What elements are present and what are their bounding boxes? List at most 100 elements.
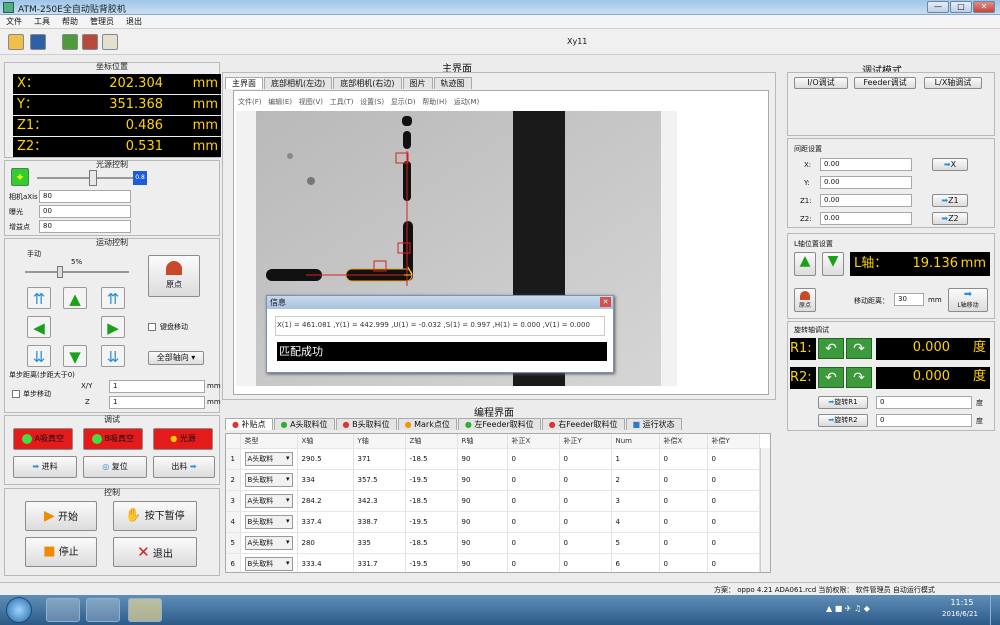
table-row[interactable]: 5A头取料280335-18.59000500 [226,532,760,554]
cam-menu-tools[interactable]: 工具(T) [330,98,354,106]
pause-button[interactable]: ✋ 按下暂停 [113,501,197,531]
l-origin-button[interactable]: 原点 [794,288,816,312]
table-row[interactable]: 1A头取料290.5371-18.59000100 [226,448,760,470]
camera-axis-input[interactable]: 80 [39,190,131,203]
show-desktop-button[interactable] [990,595,1000,625]
tab-bottom-cam-right[interactable]: 底部相机(右边) [333,77,402,89]
b-vacuum-button[interactable]: B吸真空 [83,428,143,450]
type-select[interactable]: A头取料 [244,535,293,550]
type-cell[interactable]: A头取料 [240,490,298,512]
type-cell[interactable]: A头取料 [240,448,298,470]
table-scrollbar[interactable] [760,448,770,572]
tab-trajectory[interactable]: 轨迹图 [433,77,472,89]
single-step-checkbox[interactable] [12,390,20,398]
feeder-debug-button[interactable]: Feeder调试 [854,77,916,89]
cam-menu-help[interactable]: 帮助(H) [422,98,447,106]
type-select[interactable]: B头取料 [244,472,293,487]
tab-left-feeder[interactable]: ● 左Feeder取料位 [457,418,541,430]
down-right-double-arrow-icon[interactable]: ⇊ [101,345,125,367]
open-folder-icon[interactable] [8,34,24,50]
home-button[interactable]: 原点 [148,255,200,297]
minimize-button[interactable]: — [927,1,949,13]
spacing-z2-button[interactable]: ➡Z2 [932,212,968,225]
all-axes-select[interactable]: 全部轴向 ▾ [148,351,204,365]
rotate-r1-input[interactable]: 0 [876,396,972,409]
spacing-x-input[interactable]: 0.00 [820,158,912,171]
type-select[interactable]: A头取料 [244,451,293,466]
table-row[interactable]: 2B头取料334357.5-19.59000200 [226,469,760,491]
tab-a-pick[interactable]: ● A头取料位 [273,418,335,430]
edit-icon[interactable] [102,34,118,50]
light-slider-track[interactable] [37,177,133,179]
tab-image[interactable]: 图片 [402,77,433,89]
light-toggle-button[interactable]: ● 光源 [153,428,213,450]
taskbar-app-2-icon[interactable] [86,598,120,622]
io-debug-button[interactable]: I/O调试 [794,77,848,89]
r2-ccw-icon[interactable]: ↶ [818,367,844,388]
down-arrow-icon[interactable]: ▼ [63,345,87,367]
feed-in-button[interactable]: ➡ 进料 [13,456,77,478]
spacing-x-button[interactable]: ➡X [932,158,968,171]
type-select[interactable]: B头取料 [244,514,293,529]
up-arrow-icon[interactable]: ▲ [63,287,87,309]
table-row[interactable]: 3A头取料284.2342.3-18.59000300 [226,490,760,512]
menu-exit[interactable]: 退出 [120,15,148,28]
tab-right-feeder[interactable]: ● 右Feeder取料位 [541,418,625,430]
l-axis-down-icon[interactable]: ▼ [822,252,844,276]
down-left-double-arrow-icon[interactable]: ⇊ [27,345,51,367]
type-select[interactable]: B头取料 [244,556,293,571]
tab-bottom-cam-left[interactable]: 底部相机(左边) [264,77,333,89]
table-row[interactable]: 6B头取料333.4331.7-19.59000600 [226,553,760,572]
type-cell[interactable]: A头取料 [240,532,298,554]
keyboard-move-checkbox[interactable] [148,323,156,331]
save-icon[interactable] [30,34,46,50]
lx-axis-debug-button[interactable]: L/X轴调试 [924,77,982,89]
spacing-z2-input[interactable]: 0.00 [820,212,912,225]
up-left-double-arrow-icon[interactable]: ⇈ [27,287,51,309]
taskbar-app-1-icon[interactable] [46,598,80,622]
move-distance-input[interactable]: 30 [894,293,924,306]
cam-menu-file[interactable]: 文件(F) [238,98,262,106]
start-orb-icon[interactable] [6,597,32,623]
right-arrow-icon[interactable]: ▶ [101,316,125,338]
table-row[interactable]: 4B头取料337.4338.7-19.59000400 [226,511,760,533]
dialog-close-icon[interactable]: ✕ [600,297,611,307]
type-cell[interactable]: B头取料 [240,469,298,491]
gain-input[interactable]: 80 [39,220,131,233]
l-axis-move-button[interactable]: ➡ L轴移动 [948,288,988,312]
maximize-button[interactable]: □ [950,1,972,13]
type-cell[interactable]: B头取料 [240,553,298,572]
feed-out-button[interactable]: 出料 ➡ [153,456,215,478]
type-cell[interactable]: B头取料 [240,511,298,533]
speed-slider[interactable] [25,271,129,273]
rotate-r1-button[interactable]: ➡旋转R1 [818,396,868,409]
a-vacuum-button[interactable]: A吸真空 [13,428,73,450]
xy-step-input[interactable]: 1 [109,380,205,393]
cam-menu-display[interactable]: 显示(D) [391,98,416,106]
light-slider-thumb[interactable] [89,170,97,186]
spacing-z1-input[interactable]: 0.00 [820,194,912,207]
menu-admin[interactable]: 管理员 [84,15,120,28]
spacing-z1-button[interactable]: ➡Z1 [932,194,968,207]
rotate-r2-button[interactable]: ➡旋转R2 [818,414,868,427]
tab-b-pick[interactable]: ● B头取料位 [335,418,397,430]
menu-tools[interactable]: 工具 [28,15,56,28]
tab-main[interactable]: 主界面 [225,77,263,89]
z-step-input[interactable]: 1 [109,396,205,409]
type-select[interactable]: A头取料 [244,493,293,508]
tab-run-status[interactable]: ■ 运行状态 [625,418,682,430]
speed-slider-thumb[interactable] [57,266,63,278]
start-button[interactable]: ▶ 开始 [25,501,97,531]
r1-cw-icon[interactable]: ↷ [846,338,872,359]
exposure-input[interactable]: 00 [39,205,131,218]
r2-cw-icon[interactable]: ↷ [846,367,872,388]
close-button[interactable]: ✕ [973,1,995,13]
light-bulb-icon[interactable]: ✦ [11,168,29,186]
taskbar-explorer-icon[interactable] [128,598,162,622]
menu-file[interactable]: 文件 [0,15,28,28]
cam-menu-settings[interactable]: 设置(S) [360,98,384,106]
cam-menu-view[interactable]: 视图(V) [299,98,323,106]
rotate-r2-input[interactable]: 0 [876,414,972,427]
spacing-y-input[interactable]: 0.00 [820,176,912,189]
tab-patch-points[interactable]: ● 补贴点 [225,418,273,430]
